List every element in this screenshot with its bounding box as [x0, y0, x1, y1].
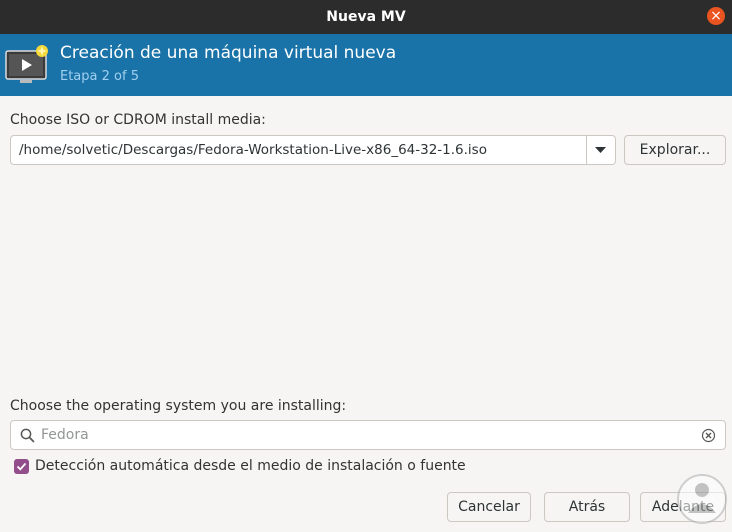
- close-button[interactable]: ×: [707, 7, 725, 25]
- wizard-header: Creación de una máquina virtual nueva Et…: [0, 34, 732, 96]
- auto-detect-checkbox[interactable]: [14, 459, 29, 474]
- combo-dropdown-button[interactable]: [586, 136, 615, 164]
- install-media-path: /home/solvetic/Descargas/Fedora-Workstat…: [19, 142, 487, 158]
- cancel-button[interactable]: Cancelar: [447, 492, 531, 522]
- check-icon: [16, 462, 27, 471]
- chevron-down-icon: [595, 147, 606, 153]
- browse-button[interactable]: Explorar...: [624, 135, 726, 165]
- title-bar: Nueva MV ×: [0, 0, 732, 34]
- install-media-combo[interactable]: /home/solvetic/Descargas/Fedora-Workstat…: [10, 135, 616, 165]
- auto-detect-label: Detección automática desde el medio de i…: [35, 458, 466, 474]
- os-label: Choose the operating system you are inst…: [10, 398, 347, 414]
- virtual-machine-icon: [5, 45, 48, 83]
- search-icon: [20, 428, 35, 443]
- close-icon: ×: [710, 8, 722, 24]
- os-search-input[interactable]: [41, 423, 681, 447]
- install-media-label: Choose ISO or CDROM install media:: [10, 112, 266, 128]
- wizard-step: Etapa 2 of 5: [60, 69, 139, 84]
- back-button[interactable]: Atrás: [544, 492, 630, 522]
- wizard-title: Creación de una máquina virtual nueva: [60, 43, 397, 63]
- os-search-box[interactable]: [10, 420, 726, 450]
- window-title: Nueva MV: [326, 9, 406, 25]
- new-vm-dialog: Nueva MV × Creación de una máquina virtu…: [0, 0, 732, 532]
- clear-icon[interactable]: [701, 428, 716, 443]
- watermark-logo-icon: [677, 474, 727, 524]
